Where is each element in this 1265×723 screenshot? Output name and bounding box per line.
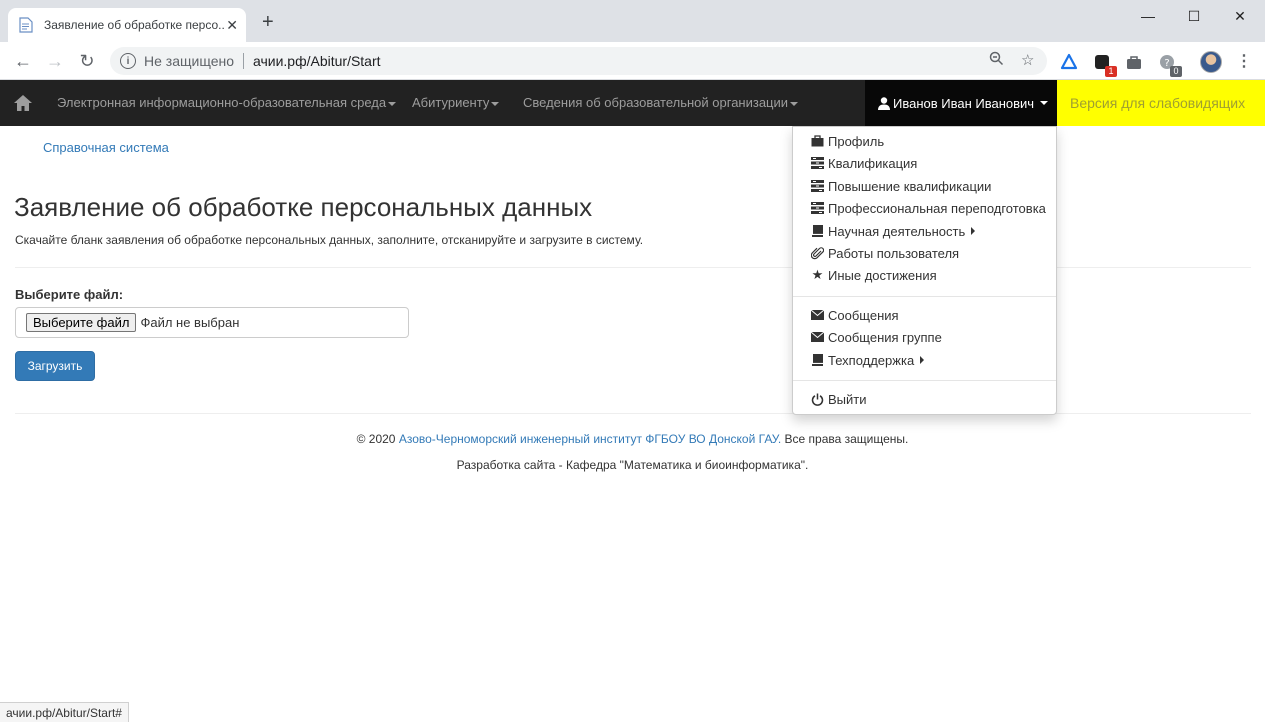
forward-arrow-icon[interactable]: →: [43, 49, 67, 73]
browser-titlebar: Заявление об обработке персо... ✕ + — ☐ …: [0, 0, 1265, 42]
extension-badge: 0: [1170, 66, 1182, 77]
menu-item-science[interactable]: Научная деятельность: [811, 221, 976, 241]
menu-item-logout[interactable]: Выйти: [811, 389, 867, 409]
tasks-icon: [811, 157, 824, 170]
page-title: Заявление об обработке персональных данн…: [14, 192, 593, 222]
svg-text:?: ?: [1164, 58, 1169, 69]
extension-help-icon[interactable]: ? 0: [1158, 53, 1182, 77]
zoom-icon[interactable]: [989, 51, 1004, 70]
profile-avatar[interactable]: [1200, 51, 1222, 73]
menu-item-label: Сообщения группе: [828, 329, 942, 345]
caret-right-icon: [971, 227, 976, 235]
menu-item-label: Профессиональная переподготовка: [828, 200, 1046, 216]
minimize-icon[interactable]: —: [1125, 0, 1171, 32]
page-description: Скачайте бланк заявления об обработке пе…: [15, 233, 644, 247]
footer-developer: Разработка сайта - Кафедра "Математика и…: [456, 458, 809, 472]
status-bar-url: ачии.рф/Abitur/Start#: [0, 702, 129, 722]
menu-item-profile[interactable]: Профиль: [811, 131, 884, 151]
extension-app-icon[interactable]: 1: [1093, 53, 1117, 77]
extension-badge: 1: [1105, 66, 1117, 77]
omnibox-separator: [243, 53, 244, 69]
envelope-icon: [811, 331, 824, 344]
menu-dots-icon[interactable]: ⋮: [1236, 51, 1252, 71]
caret-down-icon: [790, 101, 799, 106]
insecure-label: Не защищено: [144, 53, 234, 69]
footer-copyright: © 2020 Азово-Черноморский инженерный инс…: [0, 432, 1265, 446]
nav-abiturient[interactable]: Абитуриенту: [412, 95, 500, 110]
nav-abiturient-label: Абитуриенту: [412, 95, 490, 110]
tab-title: Заявление об обработке персо...: [44, 18, 224, 32]
menu-item-label: Сообщения: [828, 307, 899, 323]
menu-item-messages[interactable]: Сообщения: [811, 305, 899, 325]
menu-item-label: Научная деятельность: [828, 223, 966, 239]
choose-file-button[interactable]: Выберите файл: [26, 313, 137, 332]
extension-bag-icon[interactable]: [1125, 53, 1143, 71]
new-tab-icon[interactable]: +: [262, 12, 274, 32]
maximize-icon[interactable]: ☐: [1171, 0, 1217, 32]
info-icon[interactable]: i: [120, 53, 136, 69]
nav-about-org[interactable]: Сведения об образовательной организации: [523, 95, 799, 110]
home-icon[interactable]: [13, 93, 33, 113]
star-icon: ★: [811, 267, 824, 282]
window-close-icon[interactable]: ✕: [1217, 0, 1263, 32]
menu-item-achievements[interactable]: ★ Иные достижения: [811, 265, 937, 285]
help-system-link[interactable]: Справочная система: [43, 140, 169, 155]
url-text[interactable]: ачии.рф/Abitur/Start: [253, 53, 381, 69]
reload-icon[interactable]: ↻: [75, 49, 99, 73]
user-name: Иванов Иван Иванович: [893, 95, 1035, 111]
upload-button[interactable]: Загрузить: [15, 351, 95, 381]
book-icon: [811, 225, 824, 238]
menu-item-support[interactable]: Техподдержка: [811, 350, 925, 370]
paperclip-icon: [811, 246, 824, 260]
menu-item-label: Техподдержка: [828, 352, 915, 368]
user-menu-toggle[interactable]: Иванов Иван Иванович: [865, 80, 1057, 126]
user-icon: [878, 96, 890, 110]
menu-item-label: Профиль: [828, 133, 885, 149]
menu-item-label: Иные достижения: [828, 267, 937, 283]
briefcase-icon: [811, 135, 824, 148]
browser-toolbar: ← → ↻ i Не защищено ачии.рф/Abitur/Start…: [0, 42, 1265, 80]
file-status: Файл не выбран: [140, 315, 240, 330]
file-input[interactable]: Выберите файл Файл не выбран: [15, 307, 409, 338]
divider: [15, 267, 1251, 268]
extension-triangle-icon[interactable]: [1060, 53, 1078, 71]
nav-about-org-label: Сведения об образовательной организации: [523, 95, 789, 110]
menu-item-label: Повышение квалификации: [828, 178, 992, 194]
tab-close-icon[interactable]: ✕: [226, 17, 238, 34]
file-label: Выберите файл:: [15, 287, 124, 302]
tasks-icon: [811, 202, 824, 215]
user-dropdown-menu: Профиль Квалификация Повышение квалифика…: [792, 126, 1057, 415]
menu-divider: [793, 296, 1056, 297]
menu-item-label: Работы пользователя: [828, 245, 960, 261]
menu-item-retraining[interactable]: Профессиональная переподготовка: [811, 198, 1046, 218]
menu-item-advanced-training[interactable]: Повышение квалификации: [811, 176, 991, 196]
rights-text: Все права защищены.: [781, 432, 909, 446]
caret-down-icon: [388, 101, 397, 106]
book-icon: [811, 354, 824, 367]
document-icon: [18, 17, 34, 33]
divider: [15, 413, 1251, 414]
visually-impaired-link[interactable]: Версия для слабовидящих: [1057, 80, 1265, 126]
menu-item-label: Квалификация: [828, 155, 918, 171]
menu-item-group-messages[interactable]: Сообщения группе: [811, 327, 942, 347]
back-arrow-icon[interactable]: ←: [11, 49, 35, 73]
menu-divider: [793, 380, 1056, 381]
nav-eios[interactable]: Электронная информационно-образовательна…: [57, 95, 397, 110]
power-icon: [811, 393, 824, 406]
tasks-icon: [811, 180, 824, 193]
address-bar[interactable]: i Не защищено ачии.рф/Abitur/Start: [110, 47, 1047, 75]
org-link[interactable]: Азово-Черноморский инженерный институт Ф…: [399, 432, 781, 446]
menu-item-user-works[interactable]: Работы пользователя: [811, 243, 959, 263]
copyright-prefix: © 2020: [356, 432, 399, 446]
menu-item-qualification[interactable]: Квалификация: [811, 153, 917, 173]
caret-down-icon: [1040, 101, 1049, 105]
bookmark-star-icon[interactable]: ☆: [1021, 51, 1034, 69]
caret-down-icon: [491, 101, 500, 106]
caret-right-icon: [920, 356, 925, 364]
browser-tab[interactable]: Заявление об обработке персо... ✕: [8, 8, 246, 42]
envelope-icon: [811, 309, 824, 322]
menu-item-label: Выйти: [828, 391, 867, 407]
nav-eios-label: Электронная информационно-образовательна…: [57, 95, 387, 110]
